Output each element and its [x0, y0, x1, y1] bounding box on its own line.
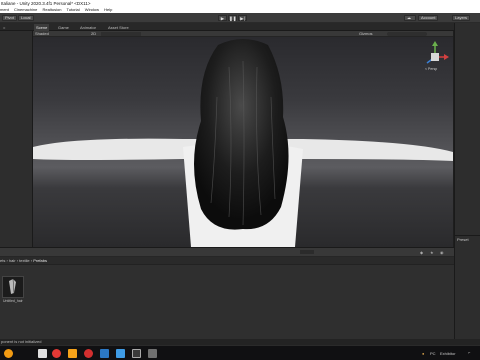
tab-hierarchy[interactable]: =	[1, 24, 7, 31]
step-icon: ▶|	[240, 16, 245, 21]
play-icon: ▶	[220, 16, 225, 21]
project-search-input[interactable]	[300, 250, 314, 254]
window-title-bar: Italiane - Unity 2020.3.4f1 Personal* <D…	[0, 0, 480, 7]
tab-asset-store[interactable]: Asset Store	[106, 24, 131, 31]
word-icon[interactable]	[100, 349, 109, 358]
2d-label: 2D	[91, 31, 97, 36]
menu-item-cinemachine[interactable]: Cinemachine	[14, 7, 37, 12]
tag-icon[interactable]: ◆	[420, 250, 423, 255]
chrome-icon[interactable]	[52, 349, 61, 358]
menu-item-window[interactable]: Window	[85, 7, 99, 12]
play-button[interactable]: ▶	[218, 15, 227, 21]
pivot-toggle[interactable]: Pivot	[2, 15, 17, 21]
shading-mode-label: Shaded	[35, 31, 49, 36]
window-title: Italiane - Unity 2020.3.4f1 Personal* <D…	[1, 1, 91, 6]
app-icon[interactable]	[116, 349, 125, 358]
taskbar-user-label: PC	[430, 351, 436, 356]
account-dropdown[interactable]: Account	[418, 15, 439, 21]
pause-button[interactable]: ❚❚	[228, 15, 237, 21]
unity-icon[interactable]	[148, 349, 157, 358]
breadcrumb: ets › hair › textile › Prefabs	[0, 257, 454, 265]
presets-title: Preset	[457, 237, 469, 242]
eye-icon[interactable]: ◉	[440, 250, 444, 255]
project-panel: ◆ ★ ◉ ets › hair › textile › Prefabs Unt…	[0, 247, 454, 339]
hair-prefab-icon	[9, 278, 16, 294]
breadcrumb-hair[interactable]: hair	[9, 258, 16, 263]
breadcrumb-assets[interactable]: ets	[0, 258, 5, 263]
tab-game-label: Game	[58, 25, 69, 30]
tab-scene[interactable]: Scene	[34, 24, 50, 31]
tab-animator[interactable]: Animator	[78, 24, 98, 31]
layers-dropdown[interactable]: Layers	[452, 15, 471, 21]
account-label: Account	[421, 15, 436, 20]
start-icon[interactable]	[4, 349, 13, 358]
opera-icon[interactable]	[84, 349, 93, 358]
breadcrumb-textile[interactable]: textile	[19, 258, 29, 263]
layers-label: Layers	[455, 15, 468, 20]
scene-viewport[interactable]: < Persp	[33, 37, 453, 247]
person-icon: ●	[422, 351, 425, 356]
window-tab-bar: = Scene Game Animator Asset Store Inspec…	[0, 23, 480, 31]
scene-tool-icons[interactable]	[101, 32, 141, 36]
menu-item-realtusion[interactable]: Realtusion	[43, 7, 62, 12]
project-toolbar: ◆ ★ ◉	[0, 248, 454, 257]
tab-hierarchy-label: =	[3, 25, 6, 30]
asset-name: Untitled_hair	[3, 299, 23, 303]
tab-animator-label: Animator	[80, 25, 97, 30]
taskbar-place-label: Exhibitor	[440, 351, 456, 356]
os-taskbar: ● PC Exhibitor ⌐	[0, 345, 480, 360]
presets-panel: Preset	[454, 235, 480, 339]
folder-icon[interactable]	[68, 349, 77, 358]
main-toolbar: Pivot Local ▶ ❚❚ ▶| ☁ Account Layers	[0, 13, 480, 23]
tab-game[interactable]: Game	[56, 24, 71, 31]
status-message: ponent is not initialized	[1, 339, 42, 344]
settings-icon[interactable]	[132, 349, 141, 358]
local-toggle[interactable]: Local	[18, 15, 34, 21]
menu-item-help[interactable]: Help	[104, 7, 112, 12]
pause-icon: ❚❚	[229, 16, 237, 21]
character-model	[33, 39, 453, 247]
cloud-icon: ☁	[407, 15, 411, 20]
scene-search-input[interactable]	[387, 32, 427, 36]
cloud-button[interactable]: ☁	[404, 15, 416, 21]
menu-item-edit[interactable]: ment	[0, 7, 9, 12]
star-icon[interactable]: ★	[430, 250, 434, 255]
file-explorer-icon[interactable]	[38, 349, 47, 358]
menu-item-tutorial[interactable]: Tutorial	[66, 7, 79, 12]
step-button[interactable]: ▶|	[238, 15, 247, 21]
tab-scene-label: Scene	[36, 25, 48, 30]
local-label: Local	[21, 15, 31, 20]
inspector-panel	[454, 23, 480, 239]
tab-asset-store-label: Asset Store	[108, 25, 129, 30]
asset-thumbnail[interactable]	[2, 276, 24, 298]
breadcrumb-prefabs[interactable]: Prefabs	[33, 258, 47, 263]
gizmos-label: Gizmos	[359, 31, 373, 36]
pivot-label: Pivot	[5, 15, 14, 20]
hierarchy-panel	[0, 31, 33, 247]
perspective-label[interactable]: < Persp	[425, 67, 437, 71]
orientation-gizmo[interactable]	[426, 41, 449, 64]
taskbar-counter: ⌐	[468, 350, 471, 355]
